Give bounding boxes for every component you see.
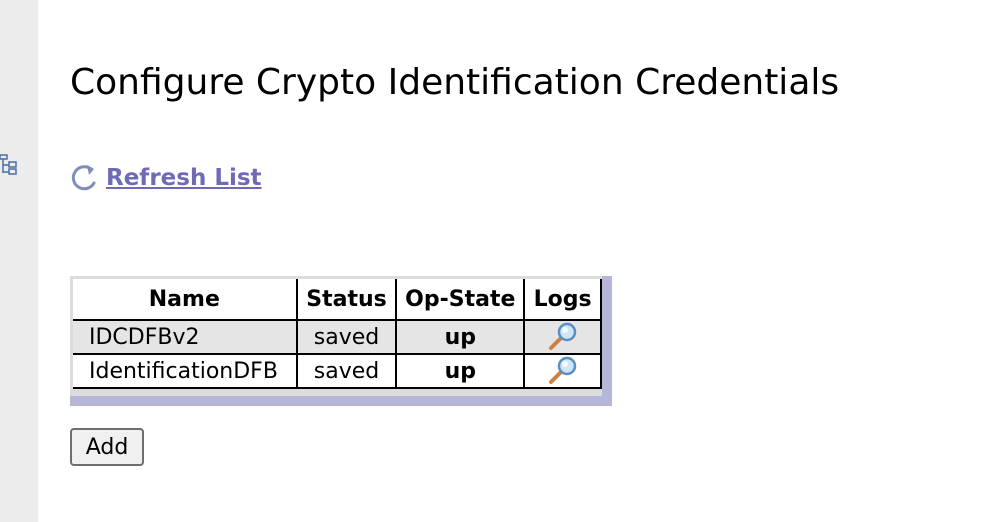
column-header-status: Status (295, 279, 398, 321)
cell-name[interactable]: IdentificationDFB (73, 353, 298, 389)
column-header-logs: Logs (523, 279, 602, 321)
column-header-name: Name (73, 279, 298, 321)
cell-name[interactable]: IDCDFBv2 (73, 319, 298, 355)
cell-logs (523, 319, 602, 355)
refresh-icon[interactable] (70, 163, 98, 193)
left-sidebar-strip (0, 0, 38, 522)
cell-status: saved (295, 319, 398, 355)
credentials-table-frame: Name Status Op-State Logs IDCDFBv2 saved… (70, 276, 612, 406)
column-header-op-state: Op-State (395, 279, 526, 321)
page-title: Configure Crypto Identification Credenti… (70, 62, 840, 103)
table-row[interactable]: IDCDFBv2 saved up (73, 319, 602, 355)
cell-op-state: up (395, 319, 526, 355)
magnifier-icon[interactable] (545, 322, 581, 352)
credentials-table: Name Status Op-State Logs IDCDFBv2 saved… (73, 279, 602, 389)
magnifier-icon[interactable] (545, 356, 581, 386)
cell-op-state: up (395, 353, 526, 389)
refresh-list-link[interactable]: Refresh List (106, 165, 262, 191)
cell-status: saved (295, 353, 398, 389)
refresh-control[interactable]: Refresh List (70, 162, 262, 194)
table-header-row: Name Status Op-State Logs (73, 279, 602, 321)
tree-icon[interactable] (0, 154, 20, 176)
table-row[interactable]: IdentificationDFB saved up (73, 353, 602, 389)
cell-logs (523, 353, 602, 389)
add-button[interactable]: Add (70, 428, 144, 466)
